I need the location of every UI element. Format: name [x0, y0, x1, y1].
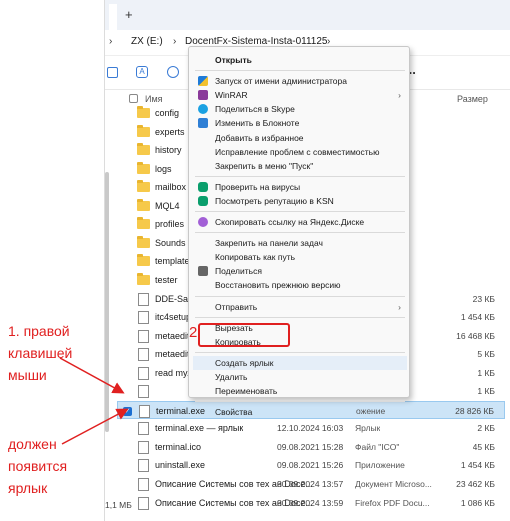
- arrow-to-shortcut: [61, 408, 129, 445]
- arrow-to-terminal: [59, 357, 125, 394]
- annotation-arrows: [59, 357, 129, 445]
